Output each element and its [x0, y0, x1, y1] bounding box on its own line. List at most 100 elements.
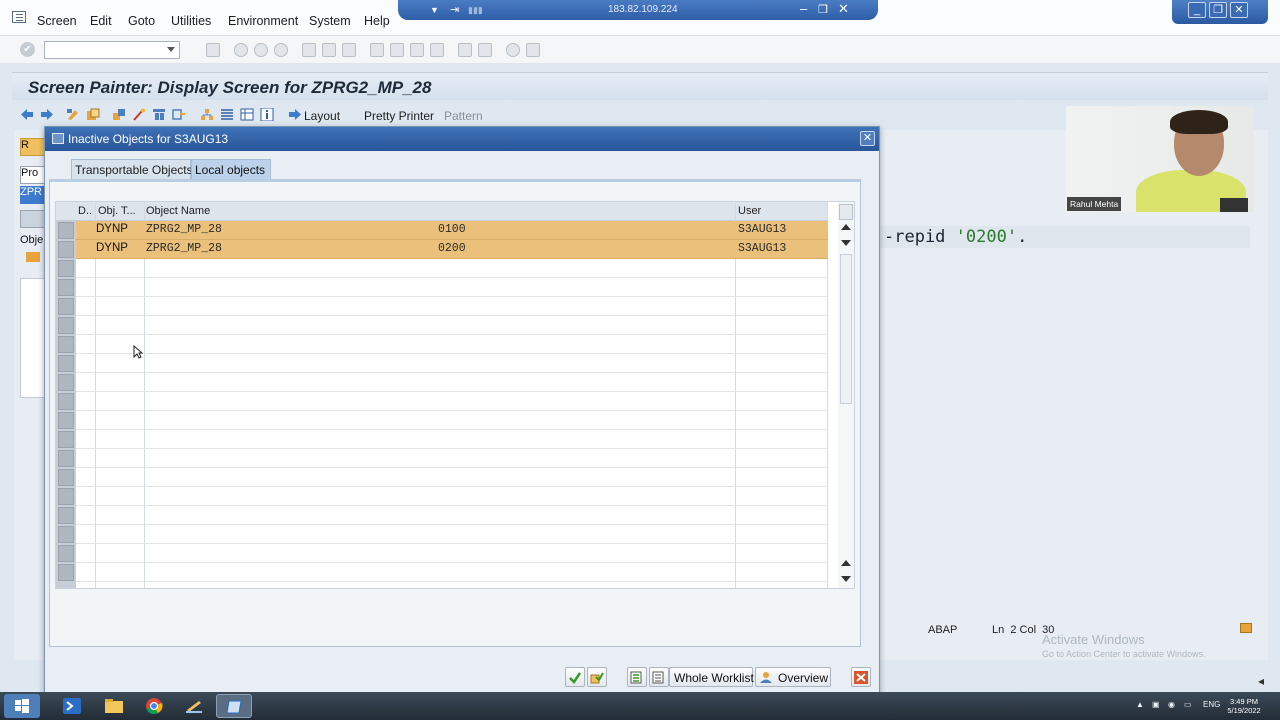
where-used-icon[interactable] [152, 108, 166, 121]
info-icon[interactable] [260, 108, 274, 121]
exit-icon[interactable] [254, 43, 268, 57]
back-icon[interactable] [234, 43, 248, 57]
remote-minimize-icon[interactable]: – [800, 1, 807, 16]
battery-icon[interactable]: ▭ [1184, 700, 1192, 709]
scroll-page-down-icon[interactable] [841, 576, 851, 582]
column-header-d[interactable]: D.. [78, 205, 92, 217]
pin-icon[interactable]: ⇥ [450, 3, 459, 16]
display-change-icon[interactable] [66, 108, 80, 121]
menu-edit[interactable]: Edit [90, 14, 112, 28]
last-page-icon[interactable] [430, 43, 444, 57]
row-selector[interactable] [58, 545, 74, 562]
empty-table-row[interactable] [76, 259, 828, 278]
menu-utilities[interactable]: Utilities [171, 14, 211, 28]
save-icon[interactable] [206, 43, 220, 57]
deselect-all-button[interactable] [649, 667, 669, 687]
empty-table-row[interactable] [76, 544, 828, 563]
scroll-down-icon[interactable] [841, 240, 851, 246]
navigation-icon[interactable] [172, 108, 186, 121]
empty-table-row[interactable] [76, 316, 828, 335]
menu-system[interactable]: System [309, 14, 351, 28]
find-next-icon[interactable] [342, 43, 356, 57]
row-selector[interactable] [58, 222, 74, 239]
column-settings-button[interactable] [839, 204, 853, 220]
powershell-button[interactable] [54, 694, 90, 718]
activate-icon[interactable] [132, 108, 146, 121]
row-selector[interactable] [58, 431, 74, 448]
dialog-title-bar[interactable]: Inactive Objects for S3AUG13 ✕ [45, 127, 879, 151]
row-selector[interactable] [58, 317, 74, 334]
empty-table-row[interactable] [76, 525, 828, 544]
row-selector[interactable] [58, 507, 74, 524]
menu-help[interactable]: Help [364, 14, 390, 28]
shortcut-icon[interactable] [478, 43, 492, 57]
row-selector[interactable] [58, 241, 74, 258]
file-explorer-button[interactable] [96, 694, 132, 718]
enter-icon[interactable]: ✔ [20, 42, 35, 57]
sap-gui-button[interactable] [216, 694, 252, 718]
code-line[interactable]: -repid '0200'. [884, 227, 1027, 247]
empty-table-row[interactable] [76, 563, 828, 582]
row-selector[interactable] [58, 393, 74, 410]
new-session-icon[interactable] [458, 43, 472, 57]
start-button[interactable] [4, 694, 40, 718]
menu-screen[interactable]: Screen [37, 14, 77, 28]
next-page-icon[interactable] [410, 43, 424, 57]
dropdown-icon[interactable]: ▼ [430, 5, 439, 15]
column-header-object-name[interactable]: Object Name [146, 205, 210, 217]
layout-menu-icon[interactable] [526, 43, 540, 57]
scroll-page-up-icon[interactable] [841, 560, 851, 566]
empty-table-row[interactable] [76, 468, 828, 487]
select-all-button[interactable] [627, 667, 647, 687]
empty-table-row[interactable] [76, 335, 828, 354]
row-selector[interactable] [58, 298, 74, 315]
column-header-user[interactable]: User [738, 205, 761, 217]
row-selector[interactable] [58, 260, 74, 277]
row-selector[interactable] [58, 564, 74, 581]
remote-close-icon[interactable]: ✕ [838, 1, 849, 17]
tab-local-objects[interactable]: Local objects [191, 159, 271, 179]
row-selector[interactable] [58, 469, 74, 486]
empty-table-row[interactable] [76, 373, 828, 392]
back-arrow-icon[interactable] [20, 108, 34, 121]
other-object-icon[interactable] [86, 108, 100, 121]
speaker-icon[interactable]: ◉ [1168, 700, 1175, 709]
table-row[interactable]: DYNP ZPRG2_MP_28 0200 S3AUG13 [76, 240, 828, 259]
row-selector[interactable] [58, 526, 74, 543]
left-label-pro[interactable]: Pro [20, 166, 46, 184]
element-list-icon[interactable] [240, 108, 254, 121]
empty-table-row[interactable] [76, 506, 828, 525]
find-icon[interactable] [322, 43, 336, 57]
language-indicator[interactable]: ENG [1203, 700, 1220, 709]
whole-worklist-button[interactable]: Whole Worklist [669, 667, 754, 687]
sap-logon-button[interactable] [176, 694, 212, 718]
left-label-zpr[interactable]: ZPR [20, 186, 46, 204]
print-icon[interactable] [302, 43, 316, 57]
folder-icon[interactable] [1240, 623, 1252, 633]
close-icon[interactable]: ✕ [1230, 2, 1248, 18]
empty-table-row[interactable] [76, 411, 828, 430]
empty-table-row[interactable] [76, 354, 828, 373]
first-page-icon[interactable] [370, 43, 384, 57]
menu-environment[interactable]: Environment [228, 14, 298, 28]
empty-table-row[interactable] [76, 297, 828, 316]
table-vertical-scrollbar[interactable] [838, 202, 854, 588]
empty-table-row[interactable] [76, 487, 828, 506]
empty-table-row[interactable] [76, 278, 828, 297]
object-list-icon[interactable] [220, 108, 234, 121]
row-selector[interactable] [58, 355, 74, 372]
scroll-thumb[interactable] [840, 254, 852, 404]
empty-table-row[interactable] [76, 430, 828, 449]
table-row[interactable]: DYNP ZPRG2_MP_28 0100 S3AUG13 [76, 221, 828, 240]
row-selector[interactable] [58, 450, 74, 467]
row-selector[interactable] [58, 336, 74, 353]
taskbar-clock[interactable]: 3:49 PM 5/19/2022 [1224, 697, 1264, 715]
empty-table-row[interactable] [76, 392, 828, 411]
folder-icon[interactable] [26, 252, 40, 262]
pretty-printer-button[interactable]: Pretty Printer [364, 109, 434, 123]
left-nav-button[interactable] [20, 210, 46, 228]
empty-table-row[interactable] [76, 449, 828, 468]
tray-expand-icon[interactable]: ▲ [1136, 700, 1144, 709]
app-menu-icon[interactable] [12, 11, 26, 23]
left-label-r[interactable]: R [20, 138, 46, 156]
